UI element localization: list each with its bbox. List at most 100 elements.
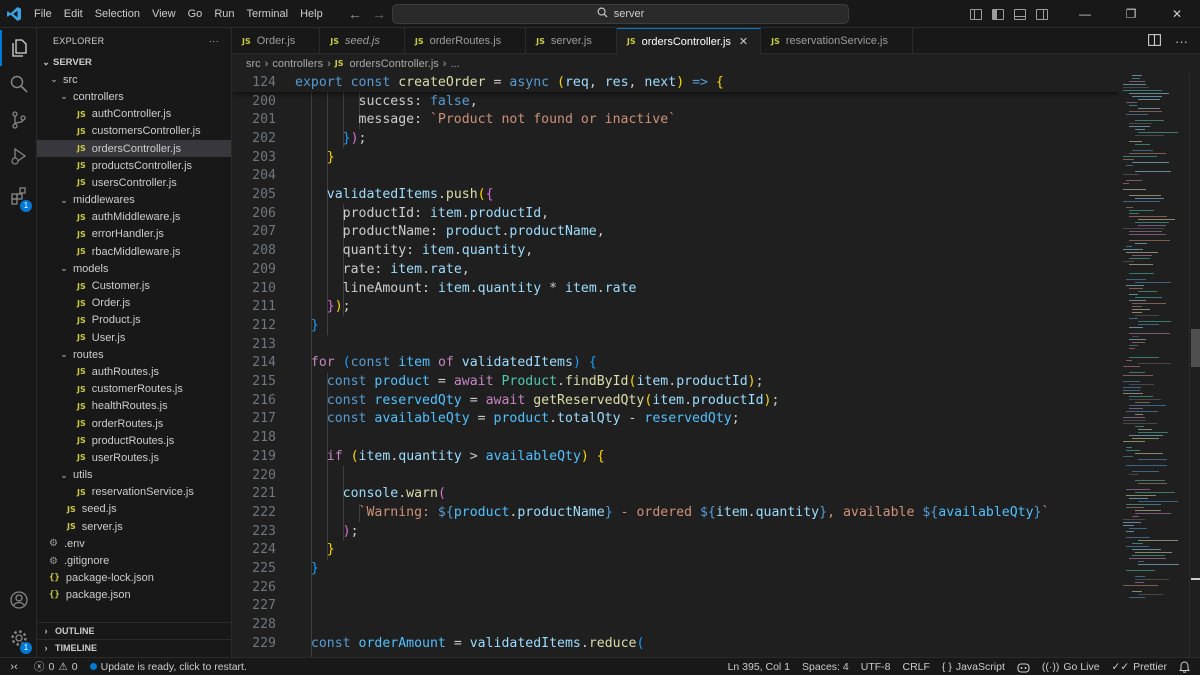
scrollbar-thumb[interactable] bbox=[1191, 329, 1200, 367]
file-item[interactable]: JS healthRoutes.js bbox=[37, 398, 231, 415]
code-editor[interactable]: 124 export const createOrder = async (req… bbox=[232, 73, 1119, 657]
tab-order[interactable]: JS Order.js bbox=[232, 28, 321, 54]
menu-terminal[interactable]: Terminal bbox=[241, 0, 295, 28]
extensions-icon[interactable]: 1 bbox=[0, 178, 37, 214]
cursor-position[interactable]: Ln 395, Col 1 bbox=[722, 661, 796, 673]
file-item[interactable]: JS Customer.js bbox=[37, 277, 231, 294]
run-debug-icon[interactable] bbox=[0, 138, 37, 174]
workspace-root[interactable]: ⌄ SERVER bbox=[37, 54, 231, 71]
file-item[interactable]: ⚙ .gitignore bbox=[37, 552, 231, 569]
folder-item[interactable]: ⌄ utils bbox=[37, 467, 231, 484]
file-item[interactable]: {} package.json bbox=[37, 587, 231, 604]
breadcrumb-item[interactable]: controllers bbox=[272, 58, 323, 70]
outline-section[interactable]: › OUTLINE bbox=[37, 622, 232, 639]
notifications-bell-icon[interactable] bbox=[1173, 661, 1196, 673]
maximize-button[interactable]: ❐ bbox=[1108, 0, 1154, 28]
back-arrow-icon[interactable]: ← bbox=[348, 6, 362, 22]
explorer-icon[interactable] bbox=[0, 30, 37, 66]
menu-run[interactable]: Run bbox=[208, 0, 240, 28]
folder-item[interactable]: ⌄ controllers bbox=[37, 88, 231, 105]
minimap-line bbox=[1129, 498, 1148, 499]
file-item[interactable]: ⚙ .env bbox=[37, 535, 231, 552]
encoding[interactable]: UTF-8 bbox=[855, 661, 897, 673]
file-item[interactable]: JS rbacMiddleware.js bbox=[37, 243, 231, 260]
tab-seed[interactable]: JS seed.js bbox=[320, 28, 405, 54]
minimap-line bbox=[1126, 411, 1158, 412]
toggle-secondary-sidebar-icon[interactable] bbox=[1036, 8, 1048, 20]
close-window-button[interactable]: ✕ bbox=[1154, 0, 1200, 28]
language-mode[interactable]: { } JavaScript bbox=[936, 661, 1011, 673]
customize-layout-icon[interactable] bbox=[970, 8, 982, 20]
minimize-button[interactable]: — bbox=[1062, 0, 1108, 28]
file-item[interactable]: JS orderRoutes.js bbox=[37, 415, 231, 432]
minimap-line bbox=[1126, 537, 1150, 538]
command-center-search[interactable]: server bbox=[392, 4, 849, 24]
file-item[interactable]: JS customerRoutes.js bbox=[37, 381, 231, 398]
menu-file[interactable]: File bbox=[28, 0, 58, 28]
minimap-line bbox=[1138, 219, 1175, 220]
menu-selection[interactable]: Selection bbox=[89, 0, 146, 28]
file-item[interactable]: JS authController.js bbox=[37, 106, 231, 123]
menu-edit[interactable]: Edit bbox=[58, 0, 89, 28]
source-control-icon[interactable] bbox=[0, 102, 37, 138]
minimap-line bbox=[1132, 75, 1142, 76]
indentation[interactable]: Spaces: 4 bbox=[796, 661, 855, 673]
problems-indicator[interactable]: ⓧ 0 ⚠ 0 bbox=[28, 659, 84, 674]
file-item[interactable]: JS authRoutes.js bbox=[37, 363, 231, 380]
minimap-line bbox=[1129, 288, 1143, 289]
file-item[interactable]: JS customersController.js bbox=[37, 123, 231, 140]
code-text: lineAmount: item.quantity * item.rate bbox=[295, 280, 637, 296]
tab-reservationservice[interactable]: JS reservationService.js bbox=[761, 28, 913, 54]
file-item[interactable]: JS ordersController.js bbox=[37, 139, 231, 158]
file-item[interactable]: JS productsController.js bbox=[37, 157, 231, 174]
explorer-more-actions-icon[interactable]: ··· bbox=[209, 36, 219, 46]
file-item[interactable]: {} package-lock.json bbox=[37, 570, 231, 587]
copilot-icon[interactable] bbox=[1011, 662, 1036, 673]
minimap-line bbox=[1123, 390, 1140, 391]
remote-indicator-icon[interactable]: ›‹ bbox=[0, 658, 28, 675]
tree-item-label: Order.js bbox=[91, 297, 131, 310]
file-item[interactable]: JS User.js bbox=[37, 329, 231, 346]
file-item[interactable]: JS reservationService.js bbox=[37, 484, 231, 501]
minimap-line bbox=[1126, 246, 1132, 247]
update-notification[interactable]: Update is ready, click to restart. bbox=[84, 661, 253, 673]
prettier-button[interactable]: ✓✓ Prettier bbox=[1106, 661, 1173, 673]
manage-gear-icon[interactable]: 1 bbox=[0, 620, 37, 656]
file-item[interactable]: JS userRoutes.js bbox=[37, 449, 231, 466]
tab-orderscontroller[interactable]: JS ordersController.js ✕ bbox=[616, 28, 762, 54]
folder-item[interactable]: ⌄ models bbox=[37, 260, 231, 277]
tree-item-label: authRoutes.js bbox=[91, 365, 160, 378]
breadcrumb-item[interactable]: ordersController.js bbox=[350, 58, 439, 70]
search-icon[interactable] bbox=[0, 66, 37, 102]
tab-orderroutes[interactable]: JS orderRoutes.js bbox=[405, 28, 527, 54]
split-editor-icon[interactable] bbox=[1148, 33, 1161, 49]
end-of-line[interactable]: CRLF bbox=[896, 661, 935, 673]
tab-server[interactable]: JS server.js bbox=[526, 28, 617, 54]
file-item[interactable]: JS errorHandler.js bbox=[37, 226, 231, 243]
go-live-button[interactable]: ((·)) Go Live bbox=[1036, 661, 1106, 673]
close-tab-icon[interactable]: ✕ bbox=[739, 35, 748, 48]
folder-item[interactable]: ⌄ middlewares bbox=[37, 192, 231, 209]
toggle-panel-icon[interactable] bbox=[1014, 8, 1026, 20]
folder-item[interactable]: ⌄ routes bbox=[37, 346, 231, 363]
accounts-icon[interactable] bbox=[0, 582, 37, 618]
vertical-scrollbar[interactable] bbox=[1189, 73, 1200, 657]
file-item[interactable]: JS seed.js bbox=[37, 501, 231, 518]
file-item[interactable]: JS productRoutes.js bbox=[37, 432, 231, 449]
toggle-primary-sidebar-icon[interactable] bbox=[992, 8, 1004, 20]
menu-view[interactable]: View bbox=[146, 0, 182, 28]
folder-item[interactable]: ⌄ src bbox=[37, 71, 231, 88]
menu-go[interactable]: Go bbox=[182, 0, 209, 28]
file-item[interactable]: JS usersController.js bbox=[37, 174, 231, 191]
file-item[interactable]: JS Product.js bbox=[37, 312, 231, 329]
breadcrumb-item[interactable]: ... bbox=[450, 58, 459, 70]
file-item[interactable]: JS Order.js bbox=[37, 295, 231, 312]
file-item[interactable]: JS server.js bbox=[37, 518, 231, 535]
forward-arrow-icon[interactable]: → bbox=[372, 6, 386, 22]
timeline-section[interactable]: › TIMELINE bbox=[37, 639, 232, 656]
file-item[interactable]: JS authMiddleware.js bbox=[37, 209, 231, 226]
menu-help[interactable]: Help bbox=[294, 0, 329, 28]
minimap[interactable] bbox=[1119, 73, 1189, 657]
breadcrumb-item[interactable]: src bbox=[246, 58, 261, 70]
more-actions-icon[interactable]: ··· bbox=[1175, 34, 1188, 49]
